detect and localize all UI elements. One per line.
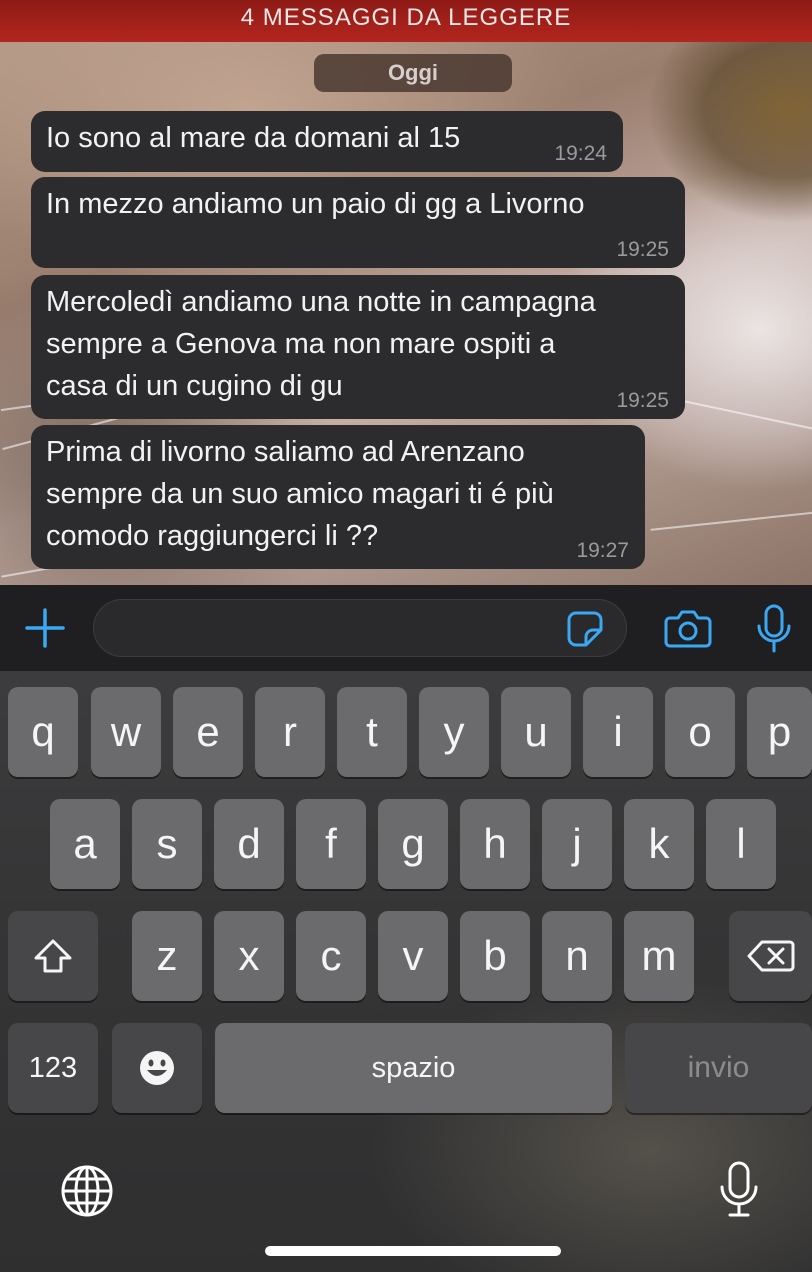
key-a[interactable]: a [50,799,120,889]
sticker-icon[interactable] [566,610,604,648]
key-y[interactable]: y [419,687,489,777]
camera-icon[interactable] [664,609,712,649]
key-w[interactable]: w [91,687,161,777]
key-q[interactable]: q [8,687,78,777]
emoji-icon [140,1051,174,1085]
dictation-icon[interactable] [718,1160,760,1220]
message-text: Io sono al mare da domani al 15 [46,122,461,154]
message-bubble[interactable]: Mercoledì andiamo una notte in campagna … [31,275,685,419]
key-t[interactable]: t [337,687,407,777]
date-separator: Oggi [314,54,512,92]
key-p[interactable]: p [747,687,812,777]
key-d[interactable]: d [214,799,284,889]
microphone-icon[interactable] [755,604,793,654]
message-text: In mezzo andiamo un paio di gg a Livorno [46,188,585,220]
backspace-key[interactable] [729,911,812,1001]
key-b[interactable]: b [460,911,530,1001]
key-j[interactable]: j [542,799,612,889]
key-m[interactable]: m [624,911,694,1001]
key-c[interactable]: c [296,911,366,1001]
backspace-icon [747,940,794,972]
key-g[interactable]: g [378,799,448,889]
key-f[interactable]: f [296,799,366,889]
message-time: 19:24 [554,142,607,165]
key-x[interactable]: x [214,911,284,1001]
message-input-bar [0,585,812,671]
key-l[interactable]: l [706,799,776,889]
unread-messages-label: 4 MESSAGGI DA LEGGERE [240,4,572,31]
shift-key[interactable] [8,911,98,1001]
emoji-key[interactable] [112,1023,202,1113]
key-u[interactable]: u [501,687,571,777]
message-bubble[interactable]: Io sono al mare da domani al 15 19:24 [31,111,623,172]
key-k[interactable]: k [624,799,694,889]
key-s[interactable]: s [132,799,202,889]
plus-icon[interactable] [24,607,66,649]
key-v[interactable]: v [378,911,448,1001]
numbers-key[interactable]: 123 [8,1023,98,1113]
key-i[interactable]: i [583,687,653,777]
message-bubble[interactable]: In mezzo andiamo un paio di gg a Livorno… [31,177,685,268]
globe-icon[interactable] [60,1164,114,1218]
shift-icon [34,939,72,973]
message-text: Prima di livorno saliamo ad Arenzano sem… [46,436,554,552]
message-bubble[interactable]: Prima di livorno saliamo ad Arenzano sem… [31,425,645,569]
return-key[interactable]: invio [625,1023,812,1113]
message-time: 19:27 [576,539,629,562]
unread-messages-banner[interactable]: 4 MESSAGGI DA LEGGERE [0,0,812,42]
message-text: Mercoledì andiamo una notte in campagna … [46,286,596,402]
key-r[interactable]: r [255,687,325,777]
date-separator-label: Oggi [387,60,439,85]
message-time: 19:25 [616,238,669,261]
space-key[interactable]: spazio [215,1023,612,1113]
home-indicator[interactable] [265,1246,561,1256]
key-o[interactable]: o [665,687,735,777]
key-e[interactable]: e [173,687,243,777]
key-z[interactable]: z [132,911,202,1001]
key-n[interactable]: n [542,911,612,1001]
message-time: 19:25 [616,389,669,412]
background-decoration [650,511,812,531]
chat-background: 4 MESSAGGI DA LEGGERE Oggi Io sono al ma… [0,0,812,585]
message-input[interactable] [93,599,627,657]
key-h[interactable]: h [460,799,530,889]
